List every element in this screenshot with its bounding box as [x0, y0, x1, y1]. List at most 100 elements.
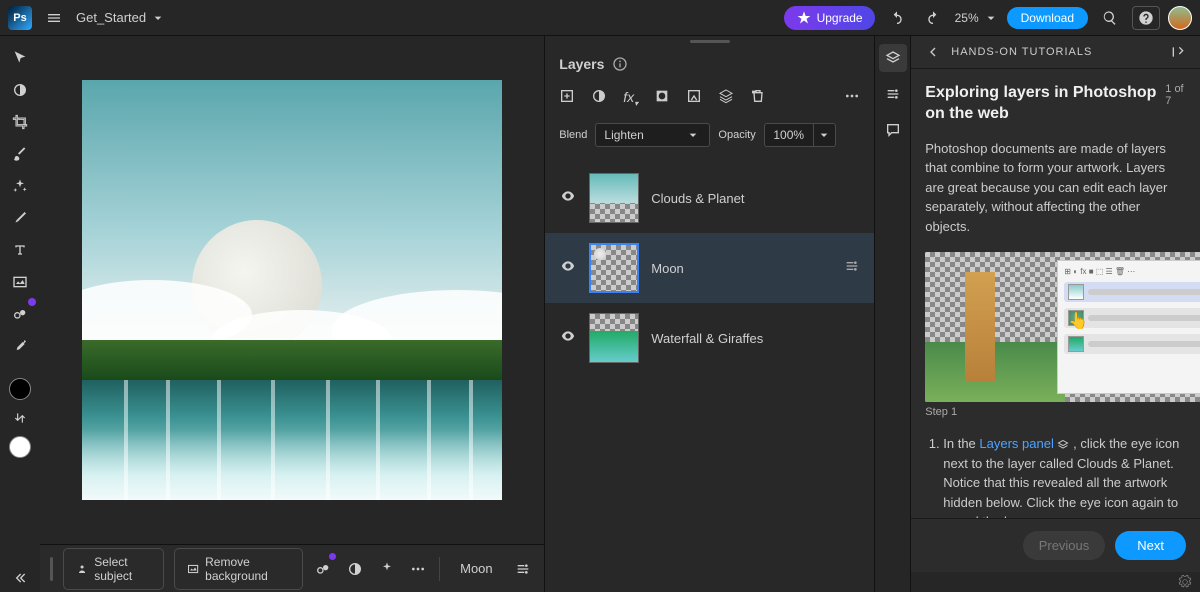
blend-mode-select[interactable]: Lighten [595, 123, 710, 147]
delete-layer-button[interactable] [750, 88, 766, 109]
upgrade-button[interactable]: Upgrade [784, 6, 875, 30]
right-rail [874, 36, 910, 592]
help-button[interactable] [1132, 6, 1160, 30]
tutorial-image: ⊞ ◐ fx ■ ⬚ ☰ 🗑 ⋯ 👆 [925, 252, 1200, 402]
crop-tool[interactable] [6, 108, 34, 136]
active-layer-name: Moon [450, 561, 503, 576]
star-icon [796, 10, 812, 26]
chevron-down-icon [983, 10, 999, 26]
background-color-swatch[interactable] [9, 436, 31, 458]
layer-options-button[interactable] [513, 555, 535, 583]
sliders-icon [885, 86, 901, 102]
fx-button[interactable]: fx▾ [623, 89, 638, 108]
tutorial-image-caption: Step 1 [925, 406, 1186, 418]
mask-button[interactable] [654, 88, 670, 109]
user-avatar[interactable] [1168, 6, 1192, 30]
paint-tool[interactable] [6, 204, 34, 232]
tutorial-panel: HANDS-ON TUTORIALS Exploring layers in P… [910, 36, 1200, 592]
comments-rail-button[interactable] [879, 116, 907, 144]
adjustment-button[interactable] [344, 555, 366, 583]
adjustment-layer-button[interactable] [591, 88, 607, 109]
layer-name: Waterfall & Giraffes [651, 331, 860, 346]
clone-tool[interactable] [6, 300, 34, 328]
comment-icon [885, 122, 901, 138]
layers-icon [1057, 439, 1069, 451]
eye-icon [560, 328, 576, 344]
ps-logo[interactable]: Ps [8, 6, 32, 30]
opacity-input[interactable]: 100% [764, 123, 814, 147]
info-icon[interactable] [612, 56, 628, 72]
layers-panel: Layers fx▾ Blend Lighten Opacity 100% [544, 36, 874, 592]
tutorial-instruction: In the Layers panel , click the eye icon… [925, 434, 1186, 518]
layers-icon [885, 50, 901, 66]
layer-name: Moon [651, 261, 832, 276]
download-button[interactable]: Download [1007, 7, 1088, 29]
layers-panel-title: Layers [559, 56, 604, 72]
layer-thumbnail [589, 173, 639, 223]
redo-button[interactable] [919, 4, 947, 32]
more-button[interactable] [408, 555, 430, 583]
foreground-color-swatch[interactable] [9, 378, 31, 400]
redo-icon [925, 10, 941, 26]
undo-button[interactable] [883, 4, 911, 32]
tutorial-title: Exploring layers in Photoshop on the web [925, 83, 1165, 125]
layer-thumbnail [589, 313, 639, 363]
image-tool[interactable] [6, 268, 34, 296]
step-counter: 1 of 7 [1165, 83, 1186, 107]
zoom-dropdown[interactable]: 25% [955, 10, 999, 26]
layer-row[interactable]: Waterfall & Giraffes [545, 303, 874, 373]
next-button[interactable]: Next [1115, 531, 1186, 560]
undo-icon [889, 10, 905, 26]
help-icon [1138, 10, 1154, 26]
layers-panel-link[interactable]: Layers panel [979, 436, 1053, 451]
visibility-toggle[interactable] [559, 188, 577, 209]
layers-rail-button[interactable] [879, 44, 907, 72]
brush-tool[interactable] [6, 140, 34, 168]
search-button[interactable] [1096, 4, 1124, 32]
ai-tools-button[interactable] [313, 555, 335, 583]
context-bar: Select subject Remove background Moon [40, 544, 544, 592]
chevron-left-icon[interactable] [925, 44, 941, 60]
document-name: Get_Started [76, 10, 146, 25]
select-subject-button[interactable]: Select subject [63, 548, 164, 590]
gear-icon[interactable] [1178, 575, 1192, 589]
grip-icon[interactable] [50, 557, 53, 581]
layer-row[interactable]: Moon [545, 233, 874, 303]
canvas[interactable] [82, 80, 502, 500]
layer-row[interactable]: Clouds & Planet [545, 163, 874, 233]
document-name-dropdown[interactable]: Get_Started [76, 10, 166, 26]
eyedropper-tool[interactable] [6, 332, 34, 360]
expand-toolbar[interactable] [6, 564, 34, 592]
eye-icon [560, 188, 576, 204]
chevron-down-icon [150, 10, 166, 26]
move-tool[interactable] [6, 44, 34, 72]
tutorial-description: Photoshop documents are made of layers t… [925, 139, 1186, 237]
person-icon [76, 561, 88, 577]
swap-colors[interactable] [6, 404, 34, 432]
layer-options-button[interactable] [844, 258, 860, 279]
layer-name: Clouds & Planet [651, 191, 860, 206]
panel-grip[interactable] [545, 36, 874, 46]
remove-background-button[interactable]: Remove background [174, 548, 303, 590]
previous-button: Previous [1023, 531, 1106, 560]
collapse-icon[interactable] [1170, 44, 1186, 60]
clip-button[interactable] [686, 88, 702, 109]
sparkle-tool[interactable] [6, 172, 34, 200]
add-layer-button[interactable] [559, 88, 575, 109]
panel-menu-button[interactable] [844, 88, 860, 109]
layer-thumbnail [589, 243, 639, 293]
group-button[interactable] [718, 88, 734, 109]
adjustments-tool[interactable] [6, 76, 34, 104]
eye-icon [560, 258, 576, 274]
type-tool[interactable] [6, 236, 34, 264]
properties-rail-button[interactable] [879, 80, 907, 108]
tools-toolbar [0, 36, 40, 592]
tutorial-breadcrumb: HANDS-ON TUTORIALS [951, 46, 1092, 58]
image-icon [187, 561, 199, 577]
effects-button[interactable] [376, 555, 398, 583]
visibility-toggle[interactable] [559, 258, 577, 279]
search-icon [1102, 10, 1118, 26]
opacity-stepper[interactable] [814, 123, 836, 147]
visibility-toggle[interactable] [559, 328, 577, 349]
menu-icon[interactable] [40, 4, 68, 32]
